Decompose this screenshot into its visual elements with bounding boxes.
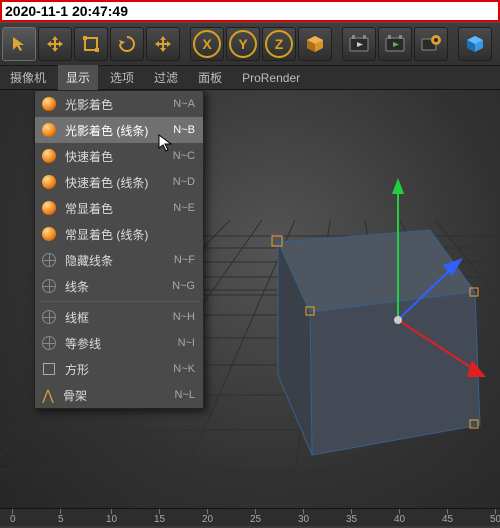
wireframe-sphere-icon [41,252,57,268]
timeline-tick-label: 45 [442,514,453,525]
display-dropdown: 光影着色N~A光影着色 (线条)N~B快速着色N~C快速着色 (线条)N~D常显… [34,90,204,409]
display-menu-item[interactable]: 等参线N~I [35,330,203,356]
display-menu-item[interactable]: 常显着色 (线条) [35,221,203,247]
timeline-tick: 40 [394,509,405,526]
timeline-tick-label: 5 [58,514,64,525]
scale-tool-button[interactable] [74,27,108,61]
tab-panel[interactable]: 面板 [190,65,230,90]
timeline-tick: 15 [154,509,165,526]
menu-item-shortcut: N~E [173,202,195,214]
shaded-sphere-icon [41,96,57,112]
timeline-tick-label: 35 [346,514,357,525]
menu-item-shortcut: N~K [173,363,195,375]
menu-item-label: 骨架 [63,387,175,404]
square-icon [41,361,57,377]
menu-item-label: 常显着色 (线条) [65,226,195,243]
tab-display[interactable]: 显示 [58,65,98,90]
axis-y-button[interactable]: Y [226,27,260,61]
tab-filter[interactable]: 过滤 [146,65,186,90]
viewport-menu-bar: 摄像机 显示 选项 过滤 面板 ProRender [0,66,500,90]
timeline-tick-label: 20 [202,514,213,525]
menu-separator [39,301,199,302]
axis-z-button[interactable]: Z [262,27,296,61]
timeline-tick: 50 [490,509,500,526]
timeline-tick: 30 [298,509,309,526]
timestamp-text: 2020-11-1 20:47:49 [5,3,128,19]
display-menu-item[interactable]: 线框N~H [35,304,203,330]
axis-x-button[interactable]: X [190,27,224,61]
menu-item-label: 线框 [65,309,173,326]
menu-item-label: 快速着色 (线条) [65,174,173,191]
display-menu-item[interactable]: 快速着色N~C [35,143,203,169]
rotate-tool-button[interactable] [110,27,144,61]
menu-item-label: 快速着色 [65,148,173,165]
move-tool-button-2[interactable] [146,27,180,61]
menu-item-shortcut: N~L [175,389,196,401]
menu-item-label: 常显着色 [65,200,173,217]
display-menu-item[interactable]: 线条N~G [35,273,203,299]
timeline-tick-label: 30 [298,514,309,525]
timeline-tick: 35 [346,509,357,526]
menu-item-label: 方形 [65,361,173,378]
shaded-sphere-icon [41,226,57,242]
timeline-tick-label: 25 [250,514,261,525]
display-menu-item[interactable]: 光影着色 (线条)N~B [35,117,203,143]
wireframe-sphere-icon [41,309,57,325]
menu-item-label: 光影着色 [65,96,173,113]
menu-item-label: 线条 [65,278,172,295]
render-region-button[interactable] [378,27,412,61]
menu-item-shortcut: N~G [172,280,195,292]
menu-item-shortcut: N~B [173,124,195,136]
move-tool-button[interactable] [38,27,72,61]
timeline-tick-label: 40 [394,514,405,525]
timeline-tick: 0 [10,509,16,526]
timeline-tick-label: 50 [490,514,500,525]
timeline-tick: 25 [250,509,261,526]
tab-camera[interactable]: 摄像机 [2,65,54,90]
render-settings-button[interactable] [414,27,448,61]
timeline-tick: 10 [106,509,117,526]
shaded-sphere-icon [41,148,57,164]
menu-item-shortcut: N~F [174,254,195,266]
bones-icon: ⋀ [41,388,55,402]
display-menu-item[interactable]: 隐藏线条N~F [35,247,203,273]
mouse-cursor-icon [158,134,174,157]
menu-item-label: 等参线 [65,335,178,352]
viewport-3d[interactable]: 光影着色N~A光影着色 (线条)N~B快速着色N~C快速着色 (线条)N~D常显… [0,90,500,508]
timeline-tick: 5 [58,509,64,526]
wireframe-sphere-icon [41,335,57,351]
shaded-sphere-icon [41,200,57,216]
tab-prorender[interactable]: ProRender [234,67,308,89]
menu-item-label: 隐藏线条 [65,252,174,269]
timeline-tick: 20 [202,509,213,526]
display-menu-item[interactable]: 光影着色N~A [35,91,203,117]
display-menu-item[interactable]: 常显着色N~E [35,195,203,221]
shaded-sphere-icon [41,122,57,138]
display-menu-item[interactable]: ⋀ 骨架N~L [35,382,203,408]
tab-options[interactable]: 选项 [102,65,142,90]
main-toolbar: X Y Z [0,22,500,66]
timestamp-overlay: 2020-11-1 20:47:49 [0,0,500,22]
coord-system-button[interactable] [298,27,332,61]
primitive-cube-button[interactable] [458,27,492,61]
timeline[interactable]: 0 5 10 15 20 25 30 35 40 45 50 [0,508,500,526]
timeline-tick: 45 [442,509,453,526]
wireframe-sphere-icon [41,278,57,294]
cursor-tool-button[interactable] [2,27,36,61]
shaded-sphere-icon [41,174,57,190]
timeline-tick-label: 15 [154,514,165,525]
menu-item-shortcut: N~H [173,311,195,323]
render-button[interactable] [342,27,376,61]
timeline-tick-label: 10 [106,514,117,525]
timeline-tick-label: 0 [10,514,16,525]
display-menu-item[interactable]: 方形N~K [35,356,203,382]
menu-item-shortcut: N~I [178,337,195,349]
menu-item-shortcut: N~A [173,98,195,110]
menu-item-shortcut: N~C [173,150,195,162]
display-menu-item[interactable]: 快速着色 (线条)N~D [35,169,203,195]
menu-item-shortcut: N~D [173,176,195,188]
